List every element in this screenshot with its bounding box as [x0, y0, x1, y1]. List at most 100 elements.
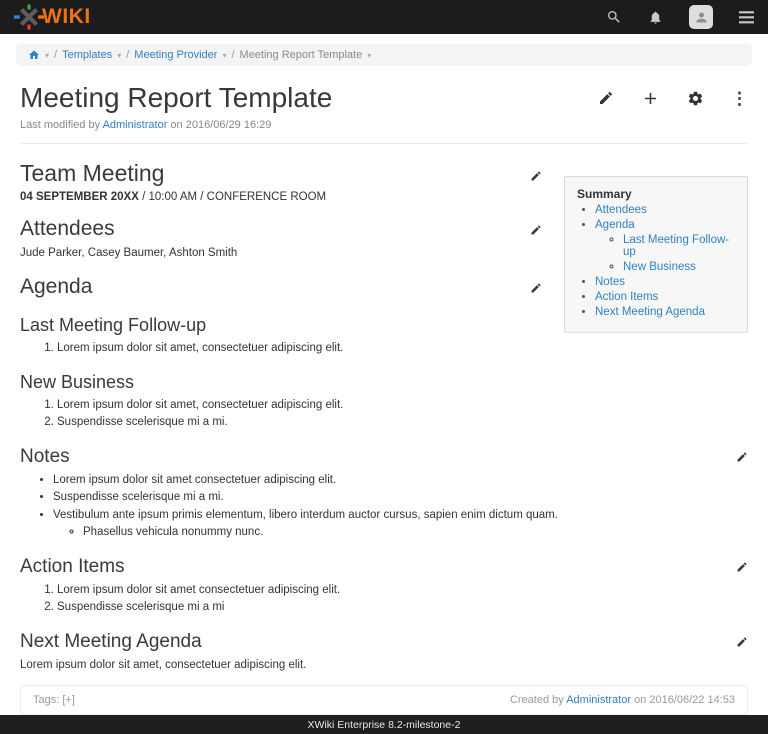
last-meeting-follow-up-list: Lorem ipsum dolor sit amet, consectetuer… — [20, 340, 748, 356]
list-item: Lorem ipsum dolor sit amet consectetuer … — [57, 582, 748, 598]
created-by-line: Created by Administrator on 2016/06/22 1… — [510, 694, 735, 706]
meeting-time-room: / 10:00 AM / CONFERENCE ROOM — [139, 191, 326, 203]
section-title-next-meeting-agenda: Next Meeting Agenda — [20, 631, 202, 653]
page-actions: ⋮ — [598, 89, 748, 108]
tags-label: Tags: — [33, 694, 59, 706]
home-icon — [28, 49, 40, 61]
section-edit-button[interactable] — [530, 224, 542, 236]
notes-sublist: Phasellus vehicula nonummy nunc. — [53, 524, 748, 540]
last-modified-line: Last modified by Administrator on 2016/0… — [20, 119, 748, 131]
settings-button[interactable] — [687, 90, 704, 107]
gear-icon — [687, 90, 704, 107]
create-button[interactable] — [641, 89, 660, 108]
breadcrumb-home-link[interactable] — [28, 49, 40, 61]
next-meeting-agenda-text: Lorem ipsum dolor sit amet, consectetuer… — [20, 657, 748, 673]
hamburger-menu-icon — [739, 11, 754, 24]
toc-item: Attendees — [595, 204, 739, 216]
plus-icon — [641, 89, 660, 108]
pencil-icon — [530, 224, 542, 236]
toc-link-new-business[interactable]: New Business — [623, 261, 696, 273]
list-item: Suspendisse scelerisque mi a mi. — [53, 489, 748, 505]
toc-item: Notes — [595, 276, 739, 288]
pencil-icon — [530, 170, 542, 182]
user-avatar-icon — [694, 10, 709, 25]
xwiki-x-icon — [14, 4, 44, 30]
toc-item: Agenda Last Meeting Follow-up New Busine… — [595, 219, 739, 273]
summary-toc-list: Attendees Agenda Last Meeting Follow-up … — [573, 204, 739, 318]
breadcrumb-separator: / — [231, 49, 234, 61]
top-navigation-bar: WIKI — [0, 0, 768, 34]
xwiki-logo[interactable]: WIKI — [14, 4, 91, 30]
toc-item: Next Meeting Agenda — [595, 306, 739, 318]
add-tag-button[interactable]: [+] — [62, 694, 75, 706]
chevron-down-icon[interactable]: ▾ — [117, 51, 121, 60]
notes-list: Lorem ipsum dolor sit amet consectetuer … — [20, 472, 748, 539]
list-item: Vestibulum ante ipsum primis elementum, … — [53, 507, 748, 540]
section-edit-button[interactable] — [736, 451, 748, 463]
section-edit-button[interactable] — [736, 561, 748, 573]
list-item-text: Vestibulum ante ipsum primis elementum, … — [53, 509, 558, 521]
drawer-menu-button[interactable] — [739, 11, 754, 24]
toc-link-action-items[interactable]: Action Items — [595, 291, 658, 303]
created-suffix: on 2016/06/22 14:53 — [634, 694, 735, 706]
chevron-down-icon[interactable]: ▾ — [222, 51, 226, 60]
created-prefix: Created by — [510, 694, 564, 706]
action-items-list: Lorem ipsum dolor sit amet consectetuer … — [20, 582, 748, 615]
list-item: Lorem ipsum dolor sit amet, consectetuer… — [57, 340, 748, 356]
more-actions-button[interactable]: ⋮ — [731, 90, 748, 107]
list-item: Suspendisse scelerisque mi a mi — [57, 599, 748, 615]
pencil-icon — [598, 90, 614, 106]
edit-button[interactable] — [598, 90, 614, 106]
section-edit-button[interactable] — [530, 282, 542, 294]
section-title-agenda: Agenda — [20, 275, 92, 299]
toc-item: New Business — [623, 261, 739, 273]
breadcrumb-link-meeting-provider[interactable]: Meeting Provider — [134, 49, 217, 61]
kebab-menu-icon: ⋮ — [731, 90, 748, 107]
summary-panel: Summary Attendees Agenda Last Meeting Fo… — [564, 176, 748, 333]
section-title-notes: Notes — [20, 446, 70, 468]
pencil-icon — [530, 282, 542, 294]
list-item: Phasellus vehicula nonummy nunc. — [83, 524, 748, 540]
modified-author-link[interactable]: Administrator — [103, 119, 168, 131]
section-edit-button[interactable] — [736, 636, 748, 648]
topbar-icon-group — [606, 5, 754, 29]
list-item: Lorem ipsum dolor sit amet, consectetuer… — [57, 397, 748, 413]
section-edit-button[interactable] — [530, 170, 542, 182]
section-title-team-meeting: Team Meeting — [20, 160, 164, 187]
logo-text: WIKI — [42, 5, 91, 29]
chevron-down-icon[interactable]: ▾ — [367, 51, 371, 60]
toc-sublist: Last Meeting Follow-up New Business — [595, 234, 739, 273]
page-title: Meeting Report Template — [20, 82, 332, 114]
modified-suffix: on 2016/06/29 16:29 — [170, 119, 271, 131]
toc-link-next-meeting-agenda[interactable]: Next Meeting Agenda — [595, 306, 705, 318]
notifications-button[interactable] — [648, 10, 663, 25]
created-author-link[interactable]: Administrator — [566, 694, 631, 706]
breadcrumb: ▾ / Templates ▾ / Meeting Provider ▾ / M… — [16, 44, 752, 66]
user-avatar-button[interactable] — [689, 5, 713, 29]
modified-prefix: Last modified by — [20, 119, 100, 131]
section-title-action-items: Action Items — [20, 556, 125, 578]
version-bar: XWiki Enterprise 8.2-milestone-2 — [0, 715, 768, 734]
document-area: Meeting Report Template ⋮ Las — [0, 66, 768, 673]
tags-area: Tags: [+] — [33, 694, 75, 706]
toc-link-agenda[interactable]: Agenda — [595, 219, 635, 231]
header-divider — [20, 143, 748, 144]
document-footer: Tags: [+] Created by Administrator on 20… — [20, 685, 748, 715]
search-button[interactable] — [606, 9, 622, 25]
toc-link-attendees[interactable]: Attendees — [595, 204, 647, 216]
toc-item: Last Meeting Follow-up — [623, 234, 739, 258]
version-text: XWiki Enterprise 8.2-milestone-2 — [308, 719, 461, 731]
pencil-icon — [736, 561, 748, 573]
summary-title: Summary — [577, 187, 739, 201]
search-icon — [606, 9, 622, 25]
document-content: Summary Attendees Agenda Last Meeting Fo… — [20, 160, 748, 673]
breadcrumb-current-page: Meeting Report Template — [240, 49, 363, 61]
section-title-attendees: Attendees — [20, 217, 115, 241]
chevron-down-icon[interactable]: ▾ — [45, 51, 49, 60]
toc-link-last-meeting-follow-up[interactable]: Last Meeting Follow-up — [623, 234, 729, 258]
toc-link-notes[interactable]: Notes — [595, 276, 625, 288]
list-item: Suspendisse scelerisque mi a mi. — [57, 414, 748, 430]
bell-icon — [648, 10, 663, 25]
breadcrumb-link-templates[interactable]: Templates — [62, 49, 112, 61]
list-item: Lorem ipsum dolor sit amet consectetuer … — [53, 472, 748, 488]
